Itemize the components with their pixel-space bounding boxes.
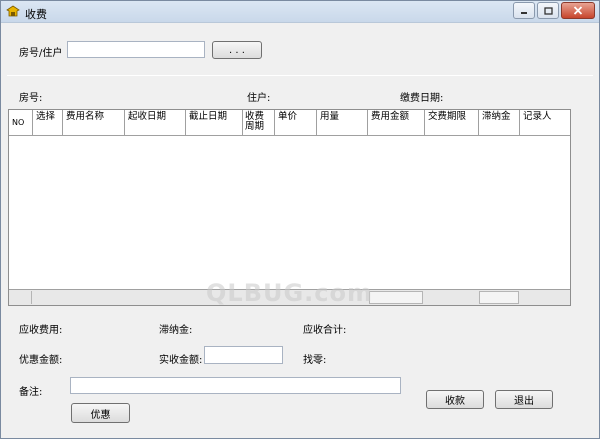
col-fee-name[interactable]: 费用名称 (63, 110, 125, 136)
resident-label: 住户: (247, 93, 271, 104)
col-deadline[interactable]: 交费期限 (425, 110, 479, 136)
col-recorder[interactable]: 记录人 (520, 110, 570, 136)
watermark: QLBUG.com (206, 279, 374, 307)
app-icon (6, 5, 20, 17)
discount-button[interactable]: 优惠 (71, 403, 130, 423)
note-label: 备注: (19, 387, 43, 398)
received-label: 实收金额: (159, 355, 203, 366)
total-label: 应收合计: (303, 325, 347, 336)
late-fee-label: 滞纳金: (159, 325, 193, 336)
col-unit-price[interactable]: 单价 (275, 110, 317, 136)
room-label: 房号: (19, 93, 43, 104)
change-label: 找零: (303, 355, 327, 366)
col-select[interactable]: 选择 (33, 110, 63, 136)
top-separator (7, 75, 593, 76)
col-end-date[interactable]: 截止日期 (186, 110, 243, 136)
browse-button[interactable]: . . . (212, 41, 262, 59)
discount-label: 优惠金额: (19, 355, 63, 366)
collect-button[interactable]: 收款 (426, 390, 484, 409)
footer-late-fee-total (479, 291, 519, 304)
close-icon (573, 6, 583, 15)
maximize-icon (543, 6, 553, 15)
col-cycle[interactable]: 收费周期 (243, 110, 275, 136)
footer-divider (31, 291, 32, 304)
col-start-date[interactable]: 起收日期 (125, 110, 186, 136)
receivable-label: 应收费用: (19, 325, 63, 336)
note-input[interactable] (70, 377, 401, 394)
title-bar: 收费 (1, 1, 599, 23)
minimize-button[interactable] (513, 2, 535, 19)
received-amount-input[interactable] (204, 346, 283, 364)
col-amount[interactable]: 费用金额 (368, 110, 425, 136)
exit-button[interactable]: 退出 (495, 390, 553, 409)
main-window: 收费 房号/住户 . . . 房号: 住户: 缴费日期: NO 选择 费用名称 … (0, 0, 600, 439)
col-late-fee[interactable]: 滞纳金 (479, 110, 520, 136)
col-usage[interactable]: 用量 (317, 110, 368, 136)
search-label: 房号/住户 (19, 48, 63, 59)
fee-grid[interactable]: NO 选择 费用名称 起收日期 截止日期 收费周期 单价 用量 费用金额 交费期… (8, 109, 571, 306)
grid-header: NO 选择 费用名称 起收日期 截止日期 收费周期 单价 用量 费用金额 交费期… (9, 110, 570, 136)
pay-date-label: 缴费日期: (400, 93, 444, 104)
maximize-button[interactable] (537, 2, 559, 19)
minimize-icon (521, 11, 527, 14)
close-button[interactable] (561, 2, 595, 19)
col-no[interactable]: NO (9, 110, 33, 136)
room-resident-input[interactable] (67, 41, 205, 58)
footer-amount-total (369, 291, 423, 304)
window-title: 收费 (25, 8, 47, 21)
